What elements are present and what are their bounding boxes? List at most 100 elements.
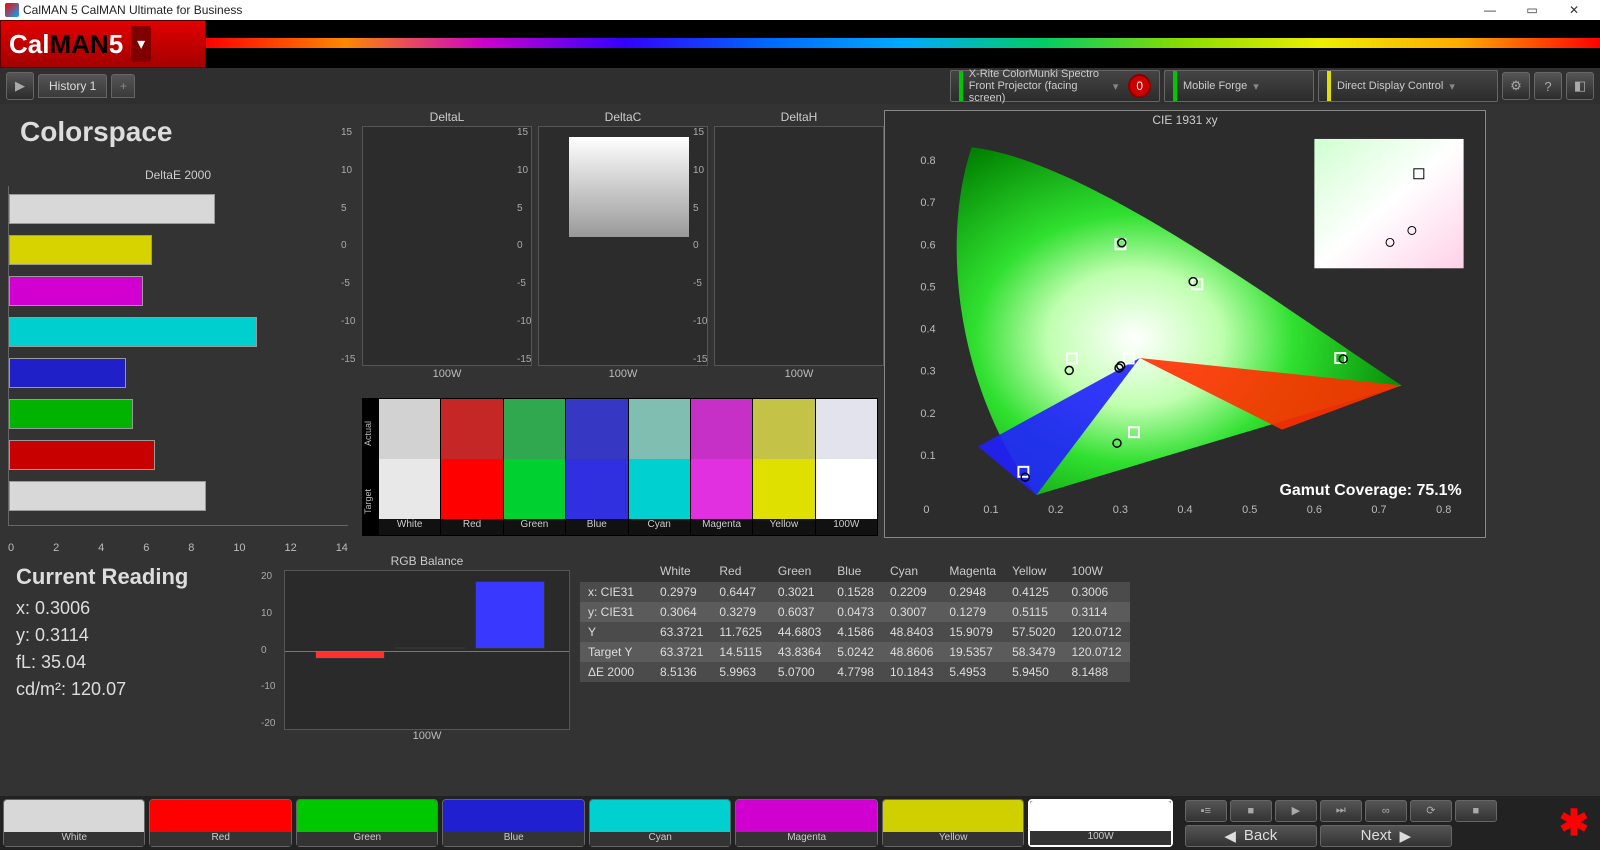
rgb-bar [475, 581, 545, 649]
device-record-button[interactable]: 0 [1128, 74, 1151, 98]
table-header: White [652, 561, 711, 582]
minimize-button[interactable]: — [1469, 2, 1511, 18]
data-table: WhiteRedGreenBlueCyanMagentaYellow100Wx:… [580, 561, 1130, 682]
swatch-magenta: Magenta [690, 399, 752, 535]
plus-icon: + [120, 79, 127, 93]
color-button-cyan[interactable]: Cyan [589, 799, 731, 847]
svg-text:0.5: 0.5 [920, 281, 935, 293]
refresh-button[interactable]: ⟳ [1410, 800, 1452, 822]
main-panel: Colorspace DeltaE 2000 02468101214 Delta… [0, 104, 1600, 796]
deltaE-bar [9, 276, 143, 306]
swatch-actual [816, 399, 877, 459]
play2-button[interactable]: ▶ [1275, 800, 1317, 822]
next-button[interactable]: Next▶ [1320, 825, 1452, 847]
svg-text:0.7: 0.7 [920, 197, 935, 209]
rgb-balance-chart: RGB Balance 20100-10-20 100W [284, 554, 570, 742]
chevron-left-icon: ◀ [1224, 827, 1236, 845]
svg-text:0: 0 [923, 504, 929, 516]
help-button[interactable]: ? [1534, 72, 1562, 100]
swatch-white: White [378, 399, 440, 535]
table-header: Magenta [941, 561, 1004, 582]
table-header: Yellow [1004, 561, 1063, 582]
stop2-button[interactable]: ■ [1455, 800, 1497, 822]
current-cd: 120.07 [71, 679, 126, 699]
stop-button[interactable]: ■ [1230, 800, 1272, 822]
loop-button[interactable]: ∞ [1365, 800, 1407, 822]
question-icon: ? [1544, 79, 1551, 94]
svg-text:0.4: 0.4 [1177, 504, 1192, 516]
svg-text:0.6: 0.6 [920, 239, 935, 251]
deltaE-bar [9, 317, 257, 347]
table-row: Target Y63.372114.511543.83645.024248.86… [580, 642, 1130, 662]
settings-button[interactable]: ⚙ [1502, 72, 1530, 100]
swatch-actual [504, 399, 565, 459]
window-title: CalMAN 5 CalMAN Ultimate for Business [23, 3, 242, 17]
swatch-actual [441, 399, 502, 459]
window-titlebar: CalMAN 5 CalMAN Ultimate for Business — … [0, 0, 1600, 20]
swatch-actual [566, 399, 627, 459]
color-button-red[interactable]: Red [149, 799, 291, 847]
device-meter[interactable]: X-Rite ColorMunki SpectroFront Projector… [950, 70, 1160, 102]
back-button[interactable]: ◀Back [1185, 825, 1317, 847]
maximize-button[interactable]: ▭ [1511, 2, 1553, 18]
svg-text:0.1: 0.1 [983, 504, 998, 516]
swatch-100w: 100W [815, 399, 877, 535]
current-reading: Current Reading x: 0.3006 y: 0.3114 fL: … [16, 564, 276, 706]
table-row: ΔE 20008.51365.99635.07004.779810.18435.… [580, 662, 1130, 682]
top-toolbar: ▶ History 1 + X-Rite ColorMunki SpectroF… [0, 68, 1600, 104]
brand-dropdown[interactable]: ▾ [131, 26, 151, 62]
table-row: y: CIE310.30640.32790.60370.04730.30070.… [580, 602, 1130, 622]
swatch-actual [753, 399, 814, 459]
color-button-yellow[interactable]: Yellow [882, 799, 1024, 847]
panel-button[interactable]: ◧ [1566, 72, 1594, 100]
deltaC-chart: DeltaC 151050-5-10-15 100W [538, 110, 708, 380]
cie-chart: CIE 1931 xy 00.10.20.30.40.50.60.70.80.1… [884, 110, 1486, 538]
color-button-blue[interactable]: Blue [442, 799, 584, 847]
color-button-magenta[interactable]: Magenta [735, 799, 877, 847]
record-list-icon: ▪≡ [1201, 805, 1211, 817]
swatch-target [566, 459, 627, 519]
tab-add[interactable]: + [111, 74, 135, 98]
swatch-comparison: Actual Target WhiteRedGreenBlueCyanMagen… [362, 398, 878, 536]
skip-icon: ⏭ [1336, 804, 1346, 817]
deltaH-chart: DeltaH 151050-5-10-15 100W [714, 110, 884, 380]
swatch-row-actual-label: Actual [363, 399, 378, 467]
current-reading-title: Current Reading [16, 564, 276, 590]
swatch-actual [629, 399, 690, 459]
skip-button[interactable]: ⏭ [1320, 800, 1362, 822]
stop-icon: ■ [1473, 805, 1480, 817]
swatch-target [816, 459, 877, 519]
svg-text:0.8: 0.8 [1436, 504, 1451, 516]
deltaE-bar [9, 399, 133, 429]
color-button-white[interactable]: White [3, 799, 145, 847]
svg-text:0.8: 0.8 [920, 155, 935, 167]
color-button-100w[interactable]: 100W [1028, 799, 1172, 847]
close-button[interactable]: ✕ [1553, 2, 1595, 18]
chevron-down-icon: ▾ [1253, 80, 1259, 93]
record-layout-button[interactable]: ▪≡ [1185, 800, 1227, 822]
stop-icon: ■ [1248, 805, 1255, 817]
swatch-red: Red [440, 399, 502, 535]
deltaC-bar [569, 137, 689, 237]
device-status-yellow [1327, 71, 1331, 101]
rgb-bar [315, 651, 385, 659]
brand-logo[interactable]: CalMAN5 ▾ [0, 20, 206, 68]
brand-rainbow [206, 20, 1600, 68]
swatch-row-target-label: Target [363, 467, 378, 535]
chevron-down-icon: ▾ [1449, 80, 1455, 93]
svg-text:0.5: 0.5 [1242, 504, 1257, 516]
play-icon: ▶ [15, 78, 25, 94]
bottom-bar: WhiteRedGreenBlueCyanMagentaYellow100W ▪… [0, 796, 1600, 850]
swatch-target [629, 459, 690, 519]
tab-history-1[interactable]: History 1 [38, 74, 107, 98]
device-display[interactable]: Direct Display Control ▾ [1318, 70, 1498, 102]
table-header: Green [770, 561, 829, 582]
swatch-target [379, 459, 440, 519]
deltaE-bar [9, 481, 206, 511]
refresh-icon: ⟳ [1426, 804, 1435, 817]
play-button[interactable]: ▶ [6, 72, 34, 100]
chevron-right-icon: ▶ [1399, 827, 1411, 845]
device-source[interactable]: Mobile Forge ▾ [1164, 70, 1314, 102]
asterisk-icon[interactable]: ✱ [1559, 802, 1589, 844]
color-button-green[interactable]: Green [296, 799, 438, 847]
